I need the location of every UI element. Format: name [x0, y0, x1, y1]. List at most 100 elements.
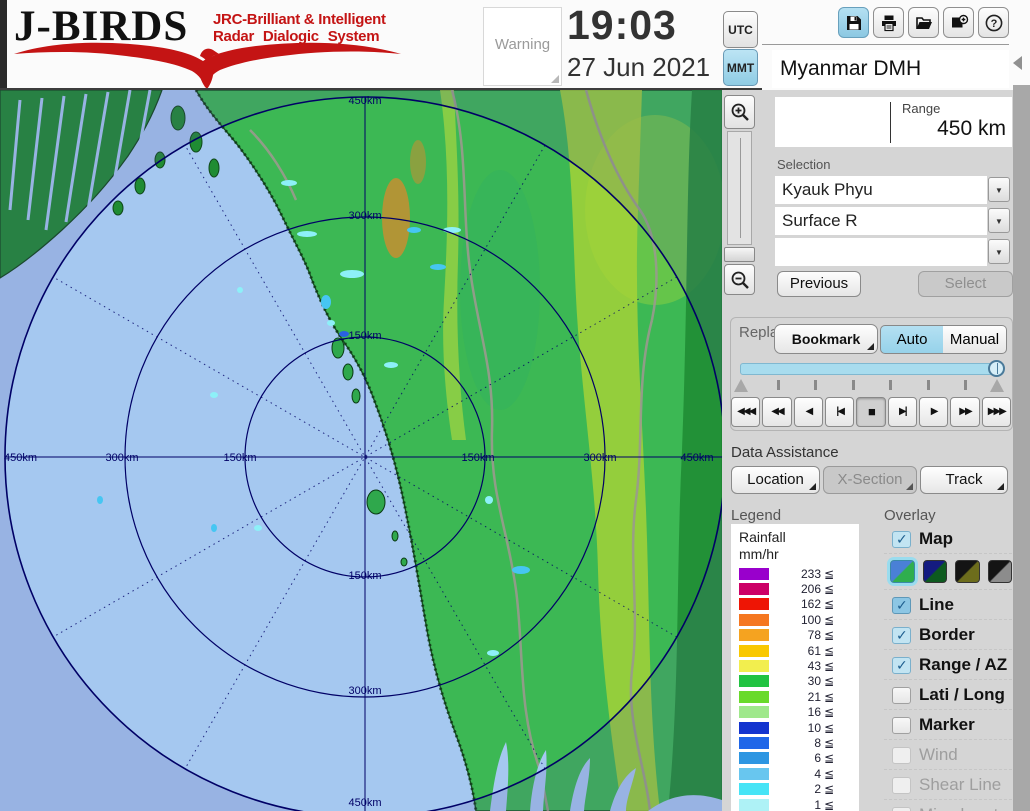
warning-label: Warning: [484, 36, 561, 53]
replay-range-start-marker[interactable]: [734, 379, 748, 392]
product-dropdown[interactable]: Surface R: [775, 207, 987, 235]
legend-row: 8 ≦: [731, 735, 859, 750]
jump-start-button[interactable]: ◀◀◀: [731, 397, 760, 427]
warning-button[interactable]: Warning: [483, 7, 562, 86]
overlay-checkbox-lati-long[interactable]: [892, 687, 911, 704]
replay-slider-track[interactable]: [740, 363, 1004, 375]
range-display: Range 450 km: [775, 97, 1012, 147]
legend-color-swatch: [739, 722, 769, 734]
site-dropdown-arrow-icon[interactable]: ▼: [988, 177, 1010, 202]
open-folder-button[interactable]: [908, 7, 939, 38]
legend-row: 1 ≦: [731, 797, 859, 811]
zoom-slider-track[interactable]: [727, 131, 752, 245]
overlay-checkbox-map[interactable]: [892, 531, 911, 548]
overlay-checkbox-range-az[interactable]: [892, 657, 911, 674]
legend-lte-symbol: ≦: [824, 782, 834, 796]
play-button[interactable]: ▶: [919, 397, 948, 427]
add-image-icon: [949, 13, 969, 33]
overlay-row: Marker: [884, 709, 1012, 739]
overlay-label-map: Map: [919, 529, 953, 549]
overlay-row: Shear Line: [884, 769, 1012, 799]
rewind-button[interactable]: ◀: [794, 397, 823, 427]
zoom-out-button[interactable]: [724, 264, 755, 295]
legend-color-swatch: [739, 629, 769, 641]
help-button[interactable]: ?: [978, 7, 1009, 38]
slider-tick: [927, 380, 930, 390]
legend-lte-symbol: ≦: [824, 659, 834, 673]
window-edge: [0, 0, 7, 88]
legend-unit: mm/hr: [739, 546, 779, 562]
stop-button[interactable]: ■: [856, 397, 885, 427]
save-button[interactable]: [838, 7, 869, 38]
legend-row: 162 ≦: [731, 597, 859, 612]
step-back-button[interactable]: |◀: [825, 397, 854, 427]
previous-button[interactable]: Previous: [777, 271, 861, 297]
legend-title: Rainfall: [739, 529, 786, 545]
svg-text:300km: 300km: [583, 452, 616, 464]
overlay-label-wind: Wind: [919, 745, 958, 765]
map-style-swatch-2[interactable]: [923, 560, 948, 583]
toolbar-divider: [762, 44, 1009, 45]
fast-rewind-button[interactable]: ◀◀: [762, 397, 791, 427]
overlay-checkbox-marker[interactable]: [892, 717, 911, 734]
legend-row: 4 ≦: [731, 766, 859, 781]
legend-color-swatch: [739, 614, 769, 626]
map-style-swatch-4[interactable]: [988, 560, 1013, 583]
product-dropdown-arrow-icon[interactable]: ▼: [988, 208, 1010, 233]
utc-button[interactable]: UTC: [723, 11, 758, 48]
radar-map-display[interactable]: 450km 300km 150km 150km 300km 450km 450k…: [0, 90, 722, 811]
legend-value: 21: [769, 690, 821, 704]
select-button[interactable]: Select: [918, 271, 1013, 297]
logo-subtitle-1: JRC-Brilliant & Intelligent: [213, 11, 413, 28]
option-dropdown[interactable]: [775, 238, 987, 266]
legend-row: 61 ≦: [731, 643, 859, 658]
panel-collapse-arrow-icon[interactable]: [1013, 56, 1022, 70]
jump-end-button[interactable]: ▶▶▶: [982, 397, 1011, 427]
svg-text:150km: 150km: [223, 452, 256, 464]
location-button[interactable]: Location: [731, 466, 820, 494]
overlay-label-microburst: Microburst: [919, 805, 998, 811]
overlay-row: Lati / Long: [884, 679, 1012, 709]
overlay-label-border: Border: [919, 625, 975, 645]
map-style-swatch-1[interactable]: [890, 560, 915, 583]
legend-lte-symbol: ≦: [824, 736, 834, 750]
legend-row: 16 ≦: [731, 705, 859, 720]
overlay-checkbox-border[interactable]: [892, 627, 911, 644]
fast-forward-button[interactable]: ▶▶: [950, 397, 979, 427]
svg-text:450km: 450km: [348, 95, 381, 107]
save-icon: [844, 13, 864, 33]
legend-lte-symbol: ≦: [824, 674, 834, 688]
print-button[interactable]: [873, 7, 904, 38]
legend-color-swatch: [739, 645, 769, 657]
track-button[interactable]: Track: [920, 466, 1008, 494]
svg-text:?: ?: [990, 18, 997, 30]
mmt-button[interactable]: MMT: [723, 49, 758, 86]
site-dropdown[interactable]: Kyauk Phyu: [775, 176, 987, 204]
overlay-label-shear-line: Shear Line: [919, 775, 1001, 795]
legend-lte-symbol: ≦: [824, 644, 834, 658]
bookmark-button[interactable]: Bookmark: [774, 324, 878, 354]
slider-tick: [852, 380, 855, 390]
step-forward-button[interactable]: ▶|: [888, 397, 917, 427]
legend-row: 6 ≦: [731, 751, 859, 766]
overlay-checkbox-line[interactable]: [892, 597, 911, 614]
overlay-label-lati-long: Lati / Long: [919, 685, 1005, 705]
manual-button[interactable]: Manual: [943, 325, 1007, 354]
legend-value: 4: [769, 767, 821, 781]
legend-lte-symbol: ≦: [824, 721, 834, 735]
legend-row: 21 ≦: [731, 689, 859, 704]
zoom-slider-handle[interactable]: [724, 247, 755, 262]
help-icon: ?: [984, 13, 1004, 33]
add-image-button[interactable]: [943, 7, 974, 38]
auto-button[interactable]: Auto: [880, 325, 944, 354]
open-folder-icon: [914, 13, 934, 33]
overlay-label: Overlay: [884, 507, 936, 524]
option-dropdown-arrow-icon[interactable]: ▼: [988, 239, 1010, 264]
zoom-in-button[interactable]: [724, 95, 755, 129]
map-style-swatch-3[interactable]: [955, 560, 980, 583]
svg-text:450km: 450km: [348, 797, 381, 809]
xsection-button[interactable]: X-Section: [823, 466, 917, 494]
svg-text:150km: 150km: [348, 330, 381, 342]
replay-slider-handle[interactable]: [988, 360, 1005, 377]
replay-range-end-marker[interactable]: [990, 379, 1004, 392]
